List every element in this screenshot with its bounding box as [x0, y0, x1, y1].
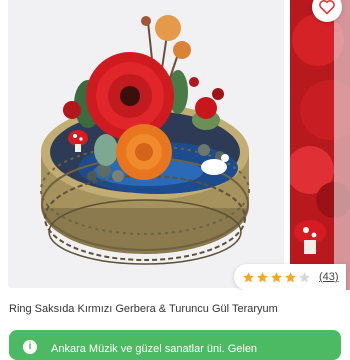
star-icon — [243, 271, 254, 282]
star-icon — [257, 271, 268, 282]
product-image-next[interactable] — [290, 0, 350, 290]
notification-banner[interactable]: i Ankara Müzik ve güzel sanatlar üni. Ge… — [9, 330, 341, 360]
star-icon — [299, 271, 310, 282]
heart-outline-icon — [319, 0, 335, 15]
product-title: Ring Saksıda Kırmızı Gerbera & Turuncu G… — [9, 303, 278, 315]
product-image-gallery[interactable]: (43) — [0, 0, 350, 290]
review-count[interactable]: (43) — [319, 271, 339, 283]
rating-summary[interactable]: (43) — [234, 264, 346, 290]
product-image-main[interactable] — [8, 0, 284, 288]
star-icon — [285, 271, 296, 282]
banner-text: Ankara Müzik ve güzel sanatlar üni. Gele… — [51, 343, 258, 355]
rating-stars — [242, 271, 311, 284]
next-image-preview — [290, 0, 350, 290]
star-icon — [271, 271, 282, 282]
info-icon: i — [23, 340, 37, 354]
terrarium-illustration — [40, 15, 250, 265]
